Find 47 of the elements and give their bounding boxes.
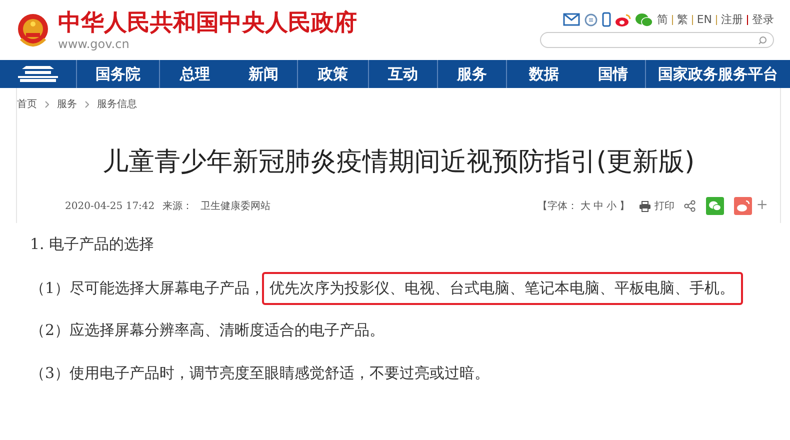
- chat-bubble-icon[interactable]: [584, 12, 598, 26]
- site-name: 中华人民共和国中央人民政府: [58, 9, 357, 37]
- source-name: 卫生健康委网站: [200, 200, 271, 213]
- breadcrumb-link[interactable]: 服务信息: [97, 97, 137, 111]
- header-link[interactable]: EN: [696, 13, 712, 26]
- phone-icon[interactable]: [602, 12, 611, 27]
- publish-date: 2020-04-25 17:42: [65, 200, 155, 212]
- header-link[interactable]: 登录: [752, 12, 774, 27]
- article-title: 儿童青少年新冠肺炎疫情期间近视预防指引(更新版): [101, 146, 696, 179]
- site-domain: www.gov.cn: [58, 37, 130, 51]
- paragraph: （2）应选择屏幕分辨率高、清晰度适合的电子产品。: [30, 321, 386, 340]
- font-size-option[interactable]: 大: [580, 199, 590, 213]
- mail-icon[interactable]: [562, 13, 580, 26]
- weibo-icon[interactable]: [614, 12, 631, 26]
- more-share-button[interactable]: +: [756, 197, 768, 213]
- header-link[interactable]: 简: [656, 12, 668, 27]
- breadcrumb-link[interactable]: 首页: [17, 97, 37, 111]
- font-size-option[interactable]: 小: [606, 199, 616, 213]
- chevron-icon: [45, 100, 49, 108]
- emblem-icon: [16, 11, 50, 49]
- nav-link[interactable]: 国家政务服务平台: [646, 60, 790, 88]
- search-icon[interactable]: [758, 36, 767, 44]
- source-label: 来源：: [162, 200, 193, 213]
- nav-link[interactable]: 国务院: [76, 60, 160, 88]
- font-size-label: 【字体：: [537, 200, 578, 213]
- print-link[interactable]: 打印: [639, 199, 674, 213]
- header-link[interactable]: 繁: [676, 12, 688, 27]
- chevron-icon: [85, 100, 89, 108]
- share-icon[interactable]: [684, 200, 696, 212]
- header-link[interactable]: 注册: [721, 12, 743, 27]
- nav-link[interactable]: 国情: [581, 60, 646, 88]
- nav-link[interactable]: 互动: [368, 60, 438, 88]
- printer-icon: [639, 200, 652, 212]
- font-size-option[interactable]: 中: [593, 199, 604, 213]
- nav-link[interactable]: 总理: [160, 60, 230, 88]
- nav-link[interactable]: 数据: [506, 60, 582, 88]
- nav-link[interactable]: 新闻: [230, 60, 298, 88]
- weibo-icon[interactable]: [734, 197, 752, 215]
- paragraph: （3）使用电子产品时，调节亮度至眼睛感觉舒适，不要过亮或过暗。: [30, 364, 491, 383]
- nav-link[interactable]: 服务: [438, 60, 507, 88]
- search-field[interactable]: [540, 32, 774, 48]
- breadcrumb-link[interactable]: 服务: [57, 97, 77, 111]
- section-heading: 1. 电子产品的选择: [30, 235, 156, 254]
- nav-link[interactable]: 政策: [298, 60, 369, 88]
- wechat-icon[interactable]: [634, 12, 653, 26]
- bracket-text: 】: [619, 200, 630, 213]
- wechat-icon[interactable]: [706, 197, 724, 215]
